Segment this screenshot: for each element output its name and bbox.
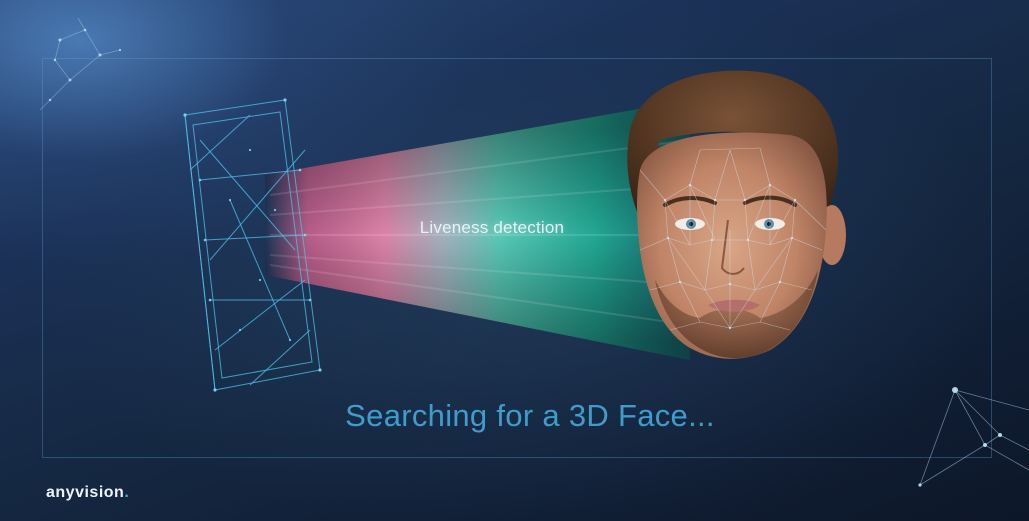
scene-graphics bbox=[39, 17, 1029, 487]
mesh-face-icon bbox=[627, 70, 846, 359]
brand-dot: . bbox=[124, 484, 130, 501]
hero-banner: Liveness detection Searching for a 3D Fa… bbox=[0, 0, 1029, 521]
constellation-top-left bbox=[39, 17, 121, 111]
constellation-bottom-right bbox=[919, 389, 1029, 486]
brand-logo: anyvision. bbox=[46, 484, 129, 502]
searching-caption: Searching for a 3D Face... bbox=[345, 398, 715, 433]
liveness-label: Liveness detection bbox=[419, 218, 565, 237]
brand-name: anyvision bbox=[46, 484, 125, 501]
